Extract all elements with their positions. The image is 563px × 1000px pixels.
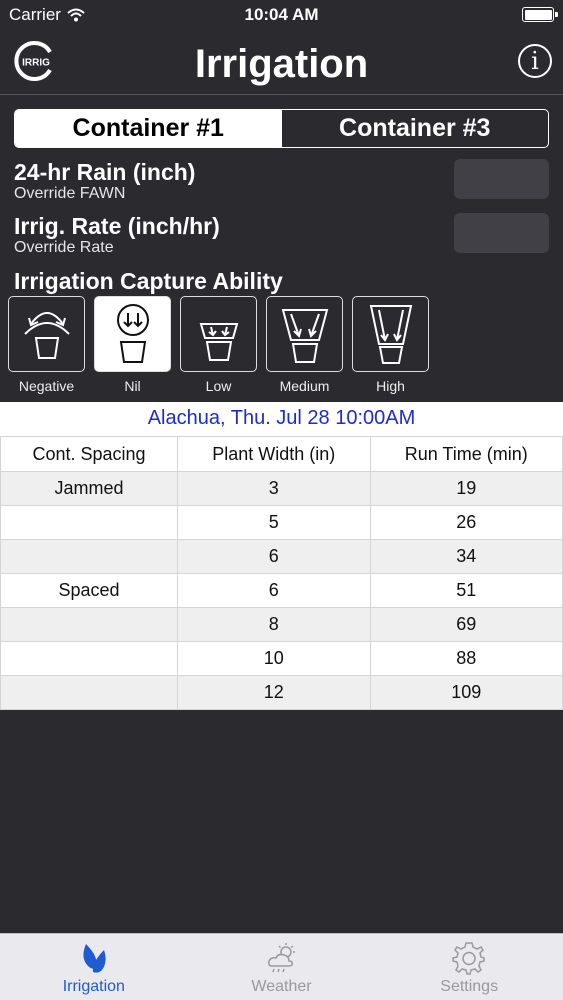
capture-low-icon bbox=[199, 323, 238, 361]
cell-run-time: 26 bbox=[369, 505, 563, 540]
header-run-time: Run Time (min) bbox=[369, 436, 563, 472]
table-row: 10 88 bbox=[0, 641, 563, 676]
rate-override-row: Irrig. Rate (inch/hr) Override Rate bbox=[14, 213, 549, 258]
table-row: 12 109 bbox=[0, 675, 563, 710]
run-time-table: Cont. Spacing Plant Width (in) Run Time … bbox=[0, 436, 563, 710]
cell-plant-width: 5 bbox=[177, 505, 371, 540]
cell-spacing: Jammed bbox=[0, 471, 179, 506]
container-segmented-control: Container #1 Container #3 bbox=[14, 109, 549, 148]
cell-plant-width: 12 bbox=[177, 675, 371, 710]
cell-run-time: 19 bbox=[369, 471, 563, 506]
tab-irrigation[interactable]: Irrigation bbox=[0, 934, 188, 1000]
cell-run-time: 51 bbox=[369, 573, 563, 608]
table-row: Jammed 3 19 bbox=[0, 471, 563, 506]
nav-bar: IRRIG Irrigation i bbox=[0, 30, 563, 95]
table-row: Spaced 6 51 bbox=[0, 573, 563, 608]
rain-input[interactable] bbox=[454, 159, 549, 199]
capture-label-low: Low bbox=[205, 378, 232, 394]
capture-negative-icon bbox=[23, 312, 70, 359]
cell-spacing bbox=[0, 641, 179, 676]
status-bar: Carrier 10:04 AM bbox=[0, 0, 563, 30]
table-header-row: Cont. Spacing Plant Width (in) Run Time … bbox=[0, 436, 563, 472]
table-row: 5 26 bbox=[0, 505, 563, 540]
cell-spacing bbox=[0, 505, 179, 540]
capture-option-medium[interactable]: Medium bbox=[266, 296, 343, 394]
cell-plant-width: 8 bbox=[177, 607, 371, 642]
capture-option-nil[interactable]: Nil bbox=[94, 296, 171, 394]
battery-icon bbox=[522, 7, 558, 22]
cell-run-time: 88 bbox=[369, 641, 563, 676]
capture-option-negative[interactable]: Negative bbox=[8, 296, 85, 394]
capture-label-negative: Negative bbox=[18, 378, 75, 394]
tab-irrigation-label: Irrigation bbox=[62, 978, 125, 995]
location-timestamp: Alachua, Thu. Jul 28 10:00AM bbox=[147, 407, 416, 429]
capture-title: Irrigation Capture Ability bbox=[14, 268, 283, 294]
info-button[interactable]: i bbox=[518, 44, 552, 78]
capture-option-high[interactable]: High bbox=[352, 296, 429, 394]
cell-run-time: 34 bbox=[369, 539, 563, 574]
cell-spacing: Spaced bbox=[0, 573, 179, 608]
weather-icon bbox=[267, 943, 295, 973]
segment-container-3[interactable]: Container #3 bbox=[282, 110, 549, 147]
tab-weather-label: Weather bbox=[251, 978, 312, 995]
gear-icon bbox=[452, 942, 485, 975]
capture-medium-icon bbox=[281, 309, 328, 363]
capture-high-icon bbox=[369, 305, 412, 364]
tab-settings[interactable]: Settings bbox=[375, 934, 563, 1000]
table-row: 8 69 bbox=[0, 607, 563, 642]
segment-container-1[interactable]: Container #1 bbox=[15, 110, 282, 147]
cell-spacing bbox=[0, 539, 179, 574]
cell-plant-width: 6 bbox=[177, 539, 371, 574]
cell-plant-width: 6 bbox=[177, 573, 371, 608]
results-panel: Alachua, Thu. Jul 28 10:00AM Cont. Spaci… bbox=[0, 402, 563, 710]
capture-label-medium: Medium bbox=[279, 378, 330, 394]
capture-options: Negative Nil Low Medium High bbox=[8, 296, 429, 394]
cell-plant-width: 3 bbox=[177, 471, 371, 506]
header-plant-width: Plant Width (in) bbox=[177, 436, 371, 472]
tab-bar: Irrigation Weather Settings bbox=[0, 933, 563, 1000]
cell-plant-width: 10 bbox=[177, 641, 371, 676]
capture-option-low[interactable]: Low bbox=[180, 296, 257, 394]
page-title: Irrigation bbox=[194, 42, 369, 86]
tab-weather[interactable]: Weather bbox=[188, 934, 376, 1000]
header-spacing: Cont. Spacing bbox=[0, 436, 179, 472]
cell-run-time: 109 bbox=[369, 675, 563, 710]
clock: 10:04 AM bbox=[244, 5, 319, 24]
leaf-icon bbox=[83, 944, 106, 973]
capture-label-nil: Nil bbox=[124, 378, 141, 394]
capture-nil-icon bbox=[116, 304, 149, 363]
rain-override-row: 24-hr Rain (inch) Override FAWN bbox=[14, 159, 549, 204]
table-row: 6 34 bbox=[0, 539, 563, 574]
cell-spacing bbox=[0, 607, 179, 642]
tab-settings-label: Settings bbox=[440, 978, 499, 995]
cell-spacing bbox=[0, 675, 179, 710]
capture-label-high: High bbox=[376, 378, 405, 394]
rate-input[interactable] bbox=[454, 213, 549, 253]
cell-run-time: 69 bbox=[369, 607, 563, 642]
